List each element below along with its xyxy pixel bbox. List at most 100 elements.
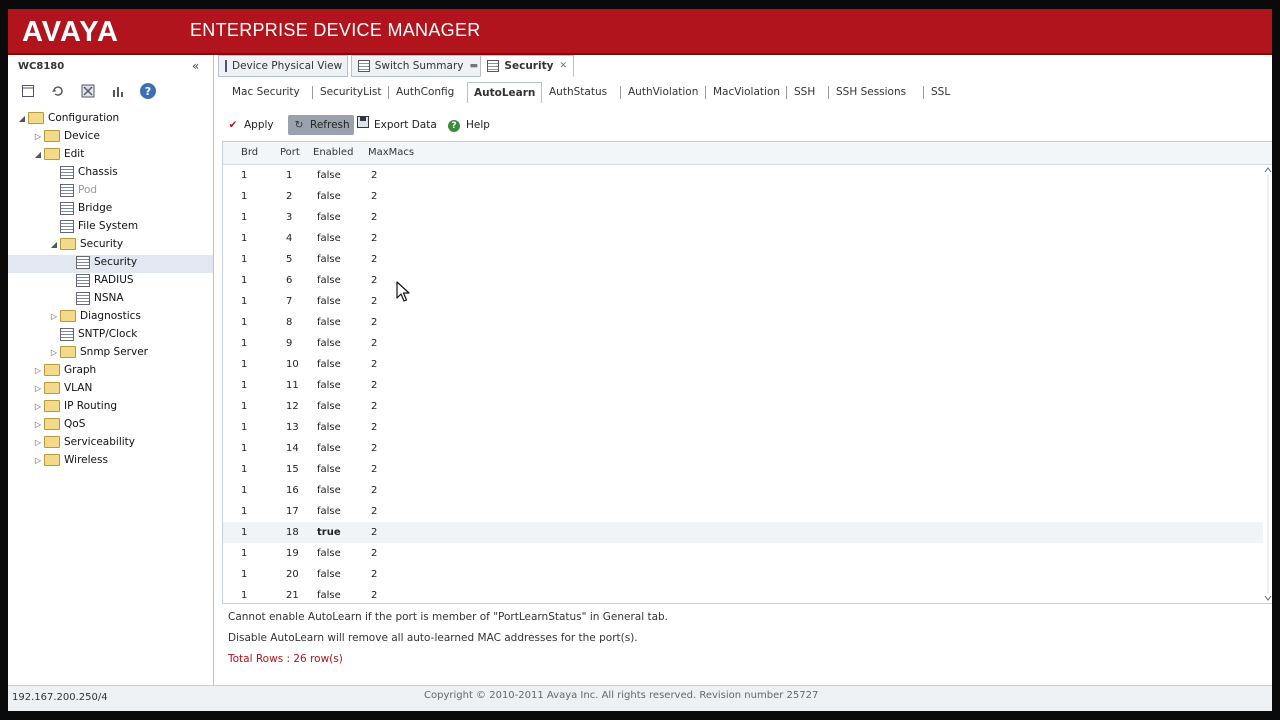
tree-item-file-system[interactable]: File System	[48, 217, 138, 235]
enabled-cell[interactable]: false	[317, 543, 341, 564]
enabled-cell[interactable]: false	[317, 480, 341, 501]
enabled-cell[interactable]: false	[317, 585, 341, 603]
enabled-cell[interactable]: false	[317, 333, 341, 354]
maxmacs-cell[interactable]: 2	[371, 522, 377, 543]
enabled-cell[interactable]: false	[317, 564, 341, 585]
expand-arrow-icon[interactable]: ▷	[32, 362, 44, 380]
table-row[interactable]: 1 17 false 2	[223, 501, 1263, 522]
tree-item-security[interactable]: Security	[64, 253, 137, 271]
subtab-autolearn[interactable]: AutoLearn	[467, 82, 543, 103]
tree-item-chassis[interactable]: Chassis	[48, 163, 118, 181]
subtab-mac-security[interactable]: Mac Security	[226, 82, 306, 102]
expand-arrow-icon[interactable]: ▷	[48, 308, 60, 326]
table-row[interactable]: 1 6 false 2	[223, 270, 1263, 291]
apply-button[interactable]: ✔ Apply	[226, 115, 274, 135]
column-header-maxmacs[interactable]: MaxMacs	[368, 142, 414, 164]
tree-item-snmp-server[interactable]: ▷ Snmp Server	[48, 343, 148, 361]
maxmacs-cell[interactable]: 2	[371, 207, 377, 228]
maxmacs-cell[interactable]: 2	[371, 543, 377, 564]
column-header-enabled[interactable]: Enabled	[313, 142, 353, 164]
help-button[interactable]: ? Help	[448, 115, 490, 135]
enabled-cell[interactable]: false	[317, 186, 341, 207]
tree-item-nsna[interactable]: NSNA	[64, 289, 124, 307]
collapse-arrow-icon[interactable]: ◢	[32, 146, 44, 164]
enabled-cell[interactable]: false	[317, 207, 341, 228]
enabled-cell[interactable]: false	[317, 312, 341, 333]
table-row[interactable]: 1 1 false 2	[223, 165, 1263, 186]
expand-arrow-icon[interactable]: ▷	[32, 434, 44, 452]
table-row[interactable]: 1 12 false 2	[223, 396, 1263, 417]
refresh-tree-icon[interactable]	[48, 81, 68, 101]
graph-icon[interactable]	[108, 81, 128, 101]
tab-security[interactable]: Security ✕	[480, 55, 574, 77]
export-data-button[interactable]: Export Data	[356, 115, 437, 135]
tree-item-serviceability[interactable]: ▷ Serviceability	[32, 433, 135, 451]
table-row[interactable]: 1 20 false 2	[223, 564, 1263, 585]
expand-arrow-icon[interactable]: ▷	[32, 398, 44, 416]
enabled-cell[interactable]: false	[317, 417, 341, 438]
pin-icon[interactable]: ▬	[469, 61, 478, 71]
tree-item-edit[interactable]: ◢ Edit	[32, 145, 84, 163]
table-row[interactable]: 1 5 false 2	[223, 249, 1263, 270]
table-row[interactable]: 1 3 false 2	[223, 207, 1263, 228]
tree-item-bridge[interactable]: Bridge	[48, 199, 112, 217]
table-row[interactable]: 1 7 false 2	[223, 291, 1263, 312]
enabled-cell[interactable]: false	[317, 501, 341, 522]
new-window-icon[interactable]	[18, 81, 38, 101]
tree-item-radius[interactable]: RADIUS	[64, 271, 134, 289]
column-header-port[interactable]: Port	[280, 142, 300, 164]
column-header-brd[interactable]: Brd	[241, 142, 258, 164]
enabled-cell[interactable]: false	[317, 354, 341, 375]
tree-item-graph[interactable]: ▷ Graph	[32, 361, 96, 379]
table-row[interactable]: 1 9 false 2	[223, 333, 1263, 354]
enabled-cell[interactable]: true	[317, 522, 341, 543]
subtab-authconfig[interactable]: AuthConfig	[390, 82, 460, 102]
maxmacs-cell[interactable]: 2	[371, 165, 377, 186]
maxmacs-cell[interactable]: 2	[371, 480, 377, 501]
enabled-cell[interactable]: false	[317, 291, 341, 312]
maxmacs-cell[interactable]: 2	[371, 354, 377, 375]
table-row[interactable]: 1 10 false 2	[223, 354, 1263, 375]
tab-switch-summary[interactable]: Switch Summary ▬	[351, 55, 485, 77]
expand-arrow-icon[interactable]: ▷	[32, 128, 44, 146]
enabled-cell[interactable]: false	[317, 459, 341, 480]
tree-item-configuration[interactable]: ◢ Configuration	[16, 109, 119, 127]
tree-item-qos[interactable]: ▷ QoS	[32, 415, 85, 433]
collapse-arrow-icon[interactable]: ◢	[48, 236, 60, 254]
maxmacs-cell[interactable]: 2	[371, 333, 377, 354]
subtab-ssl[interactable]: SSL	[925, 82, 956, 102]
tree-item-ip-routing[interactable]: ▷ IP Routing	[32, 397, 117, 415]
table-row[interactable]: 1 18 true 2	[223, 522, 1263, 543]
enabled-cell[interactable]: false	[317, 396, 341, 417]
subtab-authstatus[interactable]: AuthStatus	[543, 82, 613, 102]
table-row[interactable]: 1 15 false 2	[223, 459, 1263, 480]
enabled-cell[interactable]: false	[317, 165, 341, 186]
enabled-cell[interactable]: false	[317, 438, 341, 459]
enabled-cell[interactable]: false	[317, 228, 341, 249]
maxmacs-cell[interactable]: 2	[371, 375, 377, 396]
enabled-cell[interactable]: false	[317, 270, 341, 291]
tree-item-vlan[interactable]: ▷ VLAN	[32, 379, 92, 397]
table-row[interactable]: 1 2 false 2	[223, 186, 1263, 207]
subtab-authviolation[interactable]: AuthViolation	[622, 82, 704, 102]
table-row[interactable]: 1 14 false 2	[223, 438, 1263, 459]
maxmacs-cell[interactable]: 2	[371, 438, 377, 459]
refresh-button[interactable]: ↻ Refresh	[288, 115, 354, 135]
maxmacs-cell[interactable]: 2	[371, 312, 377, 333]
collapse-panel-button[interactable]: «	[192, 59, 199, 73]
subtab-macviolation[interactable]: MacViolation	[707, 82, 786, 102]
table-row[interactable]: 1 13 false 2	[223, 417, 1263, 438]
maxmacs-cell[interactable]: 2	[371, 270, 377, 291]
tab-device-physical-view[interactable]: Device Physical View	[218, 55, 348, 77]
table-row[interactable]: 1 8 false 2	[223, 312, 1263, 333]
close-icon[interactable]: ✕	[559, 61, 567, 71]
maxmacs-cell[interactable]: 2	[371, 228, 377, 249]
tree-item-pod[interactable]: Pod	[48, 181, 97, 199]
maxmacs-cell[interactable]: 2	[371, 417, 377, 438]
subtab-ssh-sessions[interactable]: SSH Sessions	[830, 82, 912, 102]
tree-item-wireless[interactable]: ▷ Wireless	[32, 451, 108, 469]
expand-arrow-icon[interactable]: ▷	[32, 452, 44, 470]
help-icon[interactable]: ?	[138, 81, 158, 101]
maxmacs-cell[interactable]: 2	[371, 585, 377, 603]
maxmacs-cell[interactable]: 2	[371, 396, 377, 417]
